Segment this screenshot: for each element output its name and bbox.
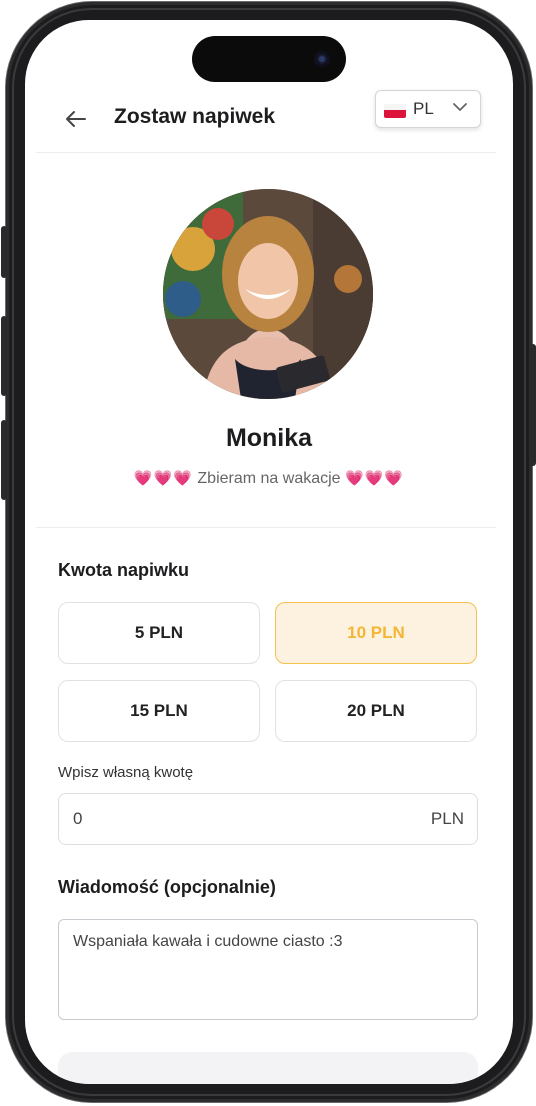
power-button <box>530 344 536 466</box>
language-select[interactable]: PL <box>375 90 481 128</box>
app-header: Zostaw napiwek PL <box>25 88 513 152</box>
amount-option-5[interactable]: 5 PLN <box>58 602 260 664</box>
poland-flag-icon <box>384 104 406 118</box>
bio-text: Zbieram na wakacje <box>197 470 341 487</box>
avatar <box>163 189 373 399</box>
header-divider <box>36 152 496 153</box>
bottom-card <box>58 1052 478 1084</box>
amount-option-15[interactable]: 15 PLN <box>58 680 260 742</box>
heart-icon: 💗💗💗 <box>345 470 405 487</box>
currency-unit: PLN <box>430 809 464 828</box>
action-button <box>1 226 7 278</box>
chevron-down-icon <box>453 103 467 111</box>
dynamic-island <box>192 36 346 82</box>
message-text: Wspaniała kawała i cudowne ciasto :3 <box>73 933 343 950</box>
heart-icon: 💗💗💗 <box>133 470 193 487</box>
volume-up-button <box>1 316 7 396</box>
amount-option-20[interactable]: 20 PLN <box>275 680 477 742</box>
volume-down-button <box>1 420 7 500</box>
language-code: PL <box>413 99 434 118</box>
page-title: Zostaw napiwek <box>114 105 276 128</box>
worker-bio: 💗💗💗 Zbieram na wakacje 💗💗💗 <box>25 469 513 488</box>
back-arrow-icon[interactable] <box>61 104 91 134</box>
amount-option-10[interactable]: 10 PLN <box>275 602 477 664</box>
worker-name: Monika <box>225 424 313 452</box>
profile-divider <box>36 527 496 528</box>
camera-icon <box>314 51 330 67</box>
tip-amount-title: Kwota napiwku <box>58 560 190 580</box>
message-title: Wiadomość (opcjonalnie) <box>58 877 276 897</box>
phone-screen: Zostaw napiwek PL Monika 💗💗💗 Zbieram na … <box>25 20 513 1084</box>
message-textarea[interactable]: Wspaniała kawała i cudowne ciasto :3 <box>58 919 478 1020</box>
custom-amount-label: Wpisz własną kwotę <box>58 764 194 781</box>
custom-amount-input[interactable]: 0 PLN <box>58 793 478 845</box>
custom-amount-value: 0 <box>73 809 83 828</box>
